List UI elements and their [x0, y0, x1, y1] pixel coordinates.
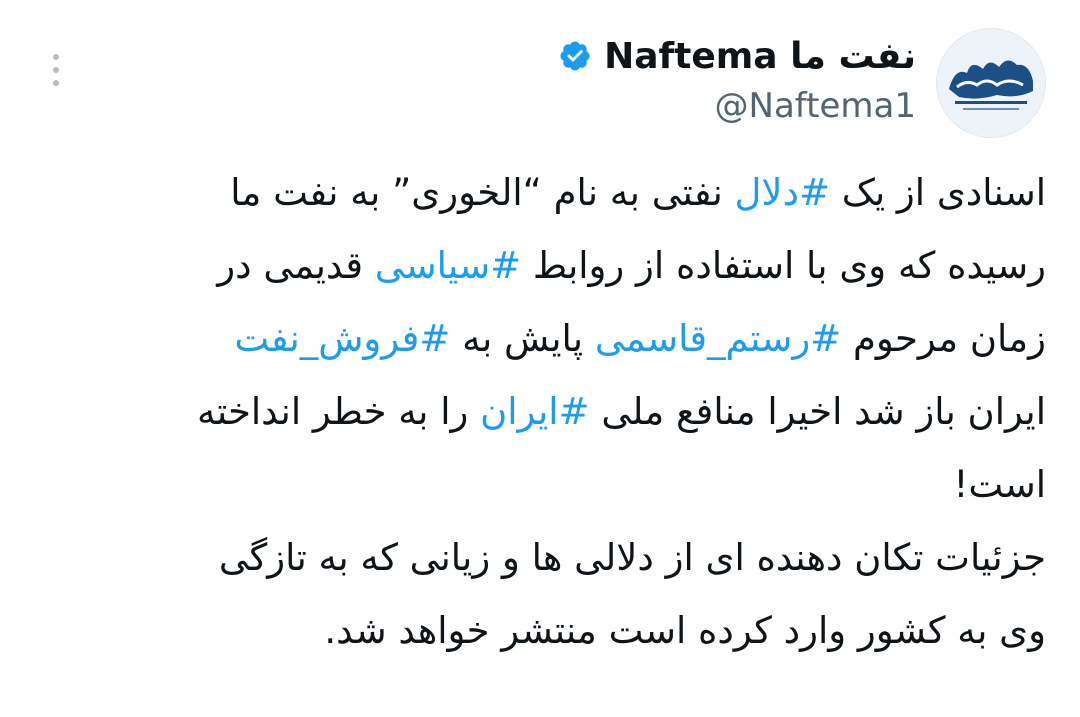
- name-row: نفت ما Naftema: [558, 30, 916, 82]
- tweet-text-segment: است!: [953, 463, 1046, 506]
- verified-badge-icon: [560, 41, 590, 71]
- hashtag-link[interactable]: #فروش_نفت: [234, 317, 450, 360]
- tweet-line: اسنادی از یک #دلال نفتی به نام “الخوری” …: [40, 156, 1046, 229]
- tweet-text-segment: ایران باز شد اخیرا منافع ملی: [589, 390, 1046, 433]
- tweet-line: ایران باز شد اخیرا منافع ملی #ایران را ب…: [40, 375, 1046, 448]
- more-vertical-icon-dot: [53, 80, 59, 86]
- tweet-line: زمان مرحوم #رستم_قاسمی پایش به #فروش_نفت: [40, 302, 1046, 375]
- avatar[interactable]: [936, 28, 1046, 138]
- tweet-line: رسیده که وی با استفاده از روابط #سیاسی ق…: [40, 229, 1046, 302]
- author-info: نفت ما Naftema @Naftema1: [558, 30, 916, 126]
- hashtag-link[interactable]: #رستم_قاسمی: [595, 317, 841, 360]
- tweet-text-segment: زمان مرحوم: [841, 317, 1046, 360]
- tweet: نفت ما Naftema @Naftema1 اسنادی از یک #د…: [0, 0, 1080, 717]
- tweet-text-segment: جزئیات تکان دهنده ای از دلالی ها و زیانی…: [218, 536, 1046, 579]
- more-vertical-icon-dot: [53, 67, 59, 73]
- hashtag-link[interactable]: #ایران: [480, 390, 589, 433]
- tweet-text-segment: پایش به: [450, 317, 595, 360]
- hashtag-link[interactable]: #سیاسی: [375, 244, 521, 287]
- tweet-text-segment: اسنادی از یک: [829, 171, 1046, 214]
- tweet-line: وی به کشور وارد کرده است منتشر خواهد شد.: [40, 594, 1046, 667]
- more-options-button[interactable]: [40, 44, 72, 96]
- tweet-text-segment: وی به کشور وارد کرده است منتشر خواهد شد.: [324, 609, 1046, 652]
- tweet-text: اسنادی از یک #دلال نفتی به نام “الخوری” …: [40, 156, 1046, 667]
- tweet-text-segment: قدیمی در: [217, 244, 375, 287]
- tweet-line: است!: [40, 448, 1046, 521]
- display-name[interactable]: نفت ما Naftema: [604, 36, 916, 77]
- more-vertical-icon: [53, 54, 59, 60]
- tweet-line: جزئیات تکان دهنده ای از دلالی ها و زیانی…: [40, 521, 1046, 594]
- tweet-text-segment: نفتی به نام “الخوری” به نفت ما: [230, 171, 735, 214]
- hashtag-link[interactable]: #دلال: [735, 171, 830, 214]
- naftema-logo-icon: [937, 29, 1045, 137]
- user-handle[interactable]: @Naftema1: [558, 86, 916, 126]
- tweet-text-segment: رسیده که وی با استفاده از روابط: [521, 244, 1046, 287]
- tweet-text-segment: را به خطر انداخته: [196, 390, 481, 433]
